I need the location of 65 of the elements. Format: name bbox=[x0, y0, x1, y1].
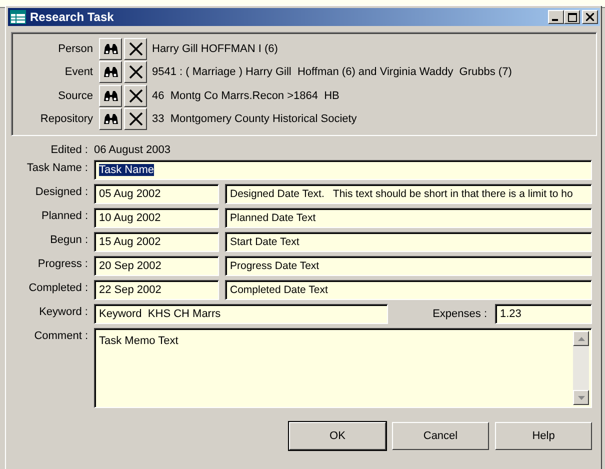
field-label: Completed : bbox=[28, 281, 88, 294]
task-name-field[interactable]: Task Name bbox=[94, 160, 592, 180]
date-text-field[interactable]: Start Date Text bbox=[225, 232, 592, 252]
up-arrow-icon bbox=[578, 336, 584, 340]
comment-text: Task Memo Text bbox=[99, 334, 178, 349]
date-text-field[interactable]: Progress Date Text bbox=[225, 256, 592, 276]
field-label: Keyword : bbox=[38, 305, 88, 318]
close-button[interactable] bbox=[582, 10, 598, 24]
binoculars-icon bbox=[102, 90, 118, 102]
clear-button[interactable] bbox=[124, 108, 147, 130]
scrollbar[interactable] bbox=[573, 331, 589, 405]
dialog-button[interactable]: OK bbox=[289, 422, 386, 450]
down-arrow-icon bbox=[578, 396, 584, 400]
cross-icon bbox=[128, 65, 142, 80]
find-button[interactable] bbox=[99, 38, 122, 60]
link-value: 9541 : ( Marriage ) Harry Gill Hoffman (6) and Virginia Waddy Grubbs (7) bbox=[151, 66, 512, 78]
field-label: Planned : bbox=[40, 209, 88, 222]
link-label: Repository bbox=[39, 113, 94, 126]
field-label: Task Name : bbox=[26, 161, 88, 174]
date-field[interactable]: 15 Aug 2002 bbox=[94, 232, 219, 252]
link-label: Source bbox=[57, 90, 94, 102]
cross-icon bbox=[128, 88, 142, 103]
edited-date: 06 August 2003 bbox=[94, 144, 170, 156]
field-label: Progress : bbox=[36, 257, 88, 270]
clear-button[interactable] bbox=[124, 38, 147, 60]
scroll-down-button[interactable] bbox=[573, 390, 589, 405]
field-label: Expenses : bbox=[432, 307, 488, 320]
find-button[interactable] bbox=[99, 84, 122, 107]
table-icon bbox=[10, 10, 26, 24]
dialog-button[interactable]: Cancel bbox=[392, 422, 489, 450]
window-title: Research Task bbox=[30, 10, 115, 24]
field-label: Begun : bbox=[49, 233, 88, 246]
date-field[interactable]: 10 Aug 2002 bbox=[94, 208, 219, 228]
field-label: Comment : bbox=[33, 329, 88, 342]
field-label: Designed : bbox=[34, 185, 88, 198]
keyword-field[interactable]: Keyword KHS CH Marrs bbox=[94, 304, 388, 324]
maximize-icon bbox=[568, 12, 576, 22]
date-field[interactable]: 05 Aug 2002 bbox=[94, 184, 219, 204]
close-icon bbox=[586, 13, 594, 21]
edited-label: Edited : bbox=[50, 144, 88, 156]
binoculars-icon bbox=[102, 42, 118, 55]
clear-button[interactable] bbox=[124, 84, 147, 107]
comment-field[interactable]: Task Memo Text bbox=[94, 328, 592, 408]
link-value: 46 Montg Co Marrs.Recon >1864 HB bbox=[151, 90, 340, 102]
binoculars-icon bbox=[102, 113, 118, 126]
find-button[interactable] bbox=[99, 61, 122, 84]
date-text-field[interactable]: Planned Date Text bbox=[225, 208, 592, 228]
cross-icon bbox=[128, 112, 142, 126]
maximize-button[interactable] bbox=[564, 10, 580, 24]
date-field[interactable]: 20 Sep 2002 bbox=[94, 256, 219, 276]
link-value: Harry Gill HOFFMAN I (6) bbox=[151, 42, 278, 55]
date-text-field[interactable]: Designed Date Text. This text should be short in that there is a limit to ho bbox=[225, 184, 592, 204]
dialog-button[interactable]: Help bbox=[495, 422, 592, 450]
clear-button[interactable] bbox=[124, 61, 147, 84]
minimize-button[interactable] bbox=[548, 10, 564, 24]
link-label: Event bbox=[64, 66, 94, 78]
find-button[interactable] bbox=[99, 108, 122, 130]
cross-icon bbox=[128, 42, 142, 56]
link-value: 33 Montgomery County Historical Society bbox=[151, 113, 357, 126]
binoculars-icon bbox=[102, 66, 118, 78]
date-text-field[interactable]: Completed Date Text bbox=[225, 280, 592, 300]
date-field[interactable]: 22 Sep 2002 bbox=[94, 280, 219, 300]
expenses-field[interactable]: 1.23 bbox=[495, 304, 592, 324]
scroll-up-button[interactable] bbox=[573, 331, 589, 346]
link-label: Person bbox=[57, 42, 94, 55]
